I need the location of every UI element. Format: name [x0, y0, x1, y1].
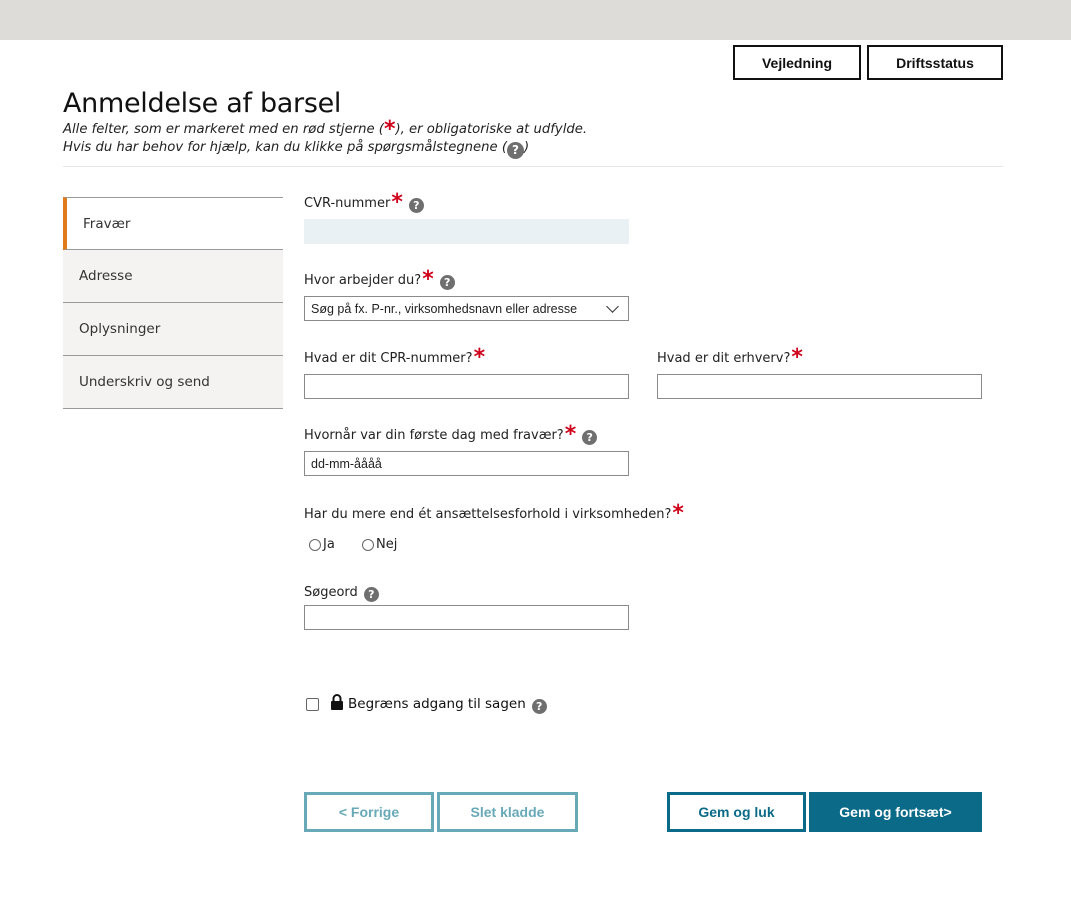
multiple-employment-label-text: Har du mere end ét ansættelsesforhold i … [304, 507, 672, 522]
intro-line-help: Hvis du har behov for hjælp, kan du klik… [63, 139, 587, 159]
help-icon: ? [506, 141, 524, 159]
top-bar [0, 0, 1071, 40]
radio-circle[interactable] [362, 538, 374, 551]
radio-ja-label: Ja [323, 537, 335, 552]
radio-circle[interactable] [309, 538, 321, 551]
intro-text-part: Hvis du har behov for hjælp, kan du klik… [63, 140, 507, 155]
occupation-input[interactable] [657, 374, 982, 399]
lock-icon [331, 694, 343, 710]
cpr-label: Hvad er dit CPR-nummer?* [304, 347, 485, 369]
sidebar-item-label: Oplysninger [79, 321, 161, 337]
radio-nej[interactable]: Nej [362, 537, 397, 552]
header-divider [63, 166, 1003, 167]
delete-draft-button[interactable]: Slet kladde [437, 792, 578, 832]
intro-text-part: Alle felter, som er markeret med en rød … [63, 122, 384, 137]
required-star-icon: * [383, 117, 396, 142]
keyword-label-text: Søgeord [304, 585, 358, 600]
sidebar-item-label: Adresse [79, 268, 133, 284]
operations-status-button[interactable]: Driftsstatus [867, 45, 1003, 80]
save-continue-button[interactable]: Gem og fortsæt> [809, 792, 982, 832]
occupation-label: Hvad er dit erhverv?* [657, 347, 803, 369]
help-icon[interactable]: ? [439, 275, 455, 290]
restrict-access-checkbox[interactable] [306, 698, 319, 711]
cvr-field [304, 219, 629, 244]
help-icon[interactable]: ? [363, 587, 379, 602]
required-star-icon: * [672, 501, 684, 526]
required-star-icon: * [391, 190, 403, 215]
first-day-input[interactable]: dd-mm-åååå [304, 451, 629, 476]
keyword-input[interactable] [304, 605, 629, 630]
sidebar-item-label: Underskriv og send [79, 374, 210, 390]
sidebar-item-fravaer[interactable]: Fravær [63, 197, 283, 250]
required-star-icon: * [791, 345, 803, 370]
workplace-select[interactable]: Søg på fx. P-nr., virksomhedsnavn eller … [304, 296, 629, 321]
cvr-label: CVR-nummer*? [304, 192, 424, 214]
required-star-icon: * [564, 422, 577, 447]
previous-button[interactable]: < Forrige [304, 792, 434, 832]
first-day-label: Hvornår var din første dag med fravær?*? [304, 424, 598, 446]
required-star-icon: * [473, 345, 486, 370]
save-close-button[interactable]: Gem og luk [667, 792, 806, 832]
restrict-access-label: Begræns adgang til sagen? [348, 696, 547, 714]
cpr-input[interactable] [304, 374, 629, 399]
occupation-label-text: Hvad er dit erhverv? [657, 351, 791, 366]
cpr-label-text: Hvad er dit CPR-nummer? [304, 351, 473, 366]
chevron-down-icon [606, 299, 619, 313]
page-title: Anmeldelse af barsel [63, 88, 342, 119]
sidebar-item-label: Fravær [83, 215, 131, 232]
workplace-label-text: Hvor arbejder du? [304, 273, 422, 288]
required-star-icon: * [422, 267, 434, 292]
help-icon[interactable]: ? [582, 430, 598, 445]
cvr-label-text: CVR-nummer [304, 196, 391, 211]
intro-text-part: ), er obligatoriske at udfylde. [395, 122, 588, 137]
intro-text-part: ) [523, 140, 530, 155]
help-icon[interactable]: ? [408, 198, 424, 213]
intro-text: Alle felter, som er markeret med en rød … [63, 119, 588, 159]
restrict-access-label-text: Begræns adgang til sagen [348, 696, 526, 712]
workplace-label: Hvor arbejder du?*? [304, 269, 455, 291]
step-sidebar: Fravær Adresse Oplysninger Underskriv og… [63, 197, 283, 409]
intro-line-required: Alle felter, som er markeret med en rød … [63, 119, 588, 141]
first-day-label-text: Hvornår var din første dag med fravær? [304, 428, 564, 443]
guide-button[interactable]: Vejledning [733, 45, 861, 80]
help-icon[interactable]: ? [531, 699, 547, 714]
radio-nej-label: Nej [376, 537, 398, 552]
workplace-select-value: Søg på fx. P-nr., virksomhedsnavn eller … [311, 301, 578, 316]
multiple-employment-label: Har du mere end ét ansættelsesforhold i … [304, 503, 684, 525]
sidebar-item-oplysninger[interactable]: Oplysninger [63, 303, 283, 356]
sidebar-item-adresse[interactable]: Adresse [63, 250, 283, 303]
radio-ja[interactable]: Ja [309, 537, 335, 552]
sidebar-item-underskriv[interactable]: Underskriv og send [63, 356, 283, 409]
keyword-label: Søgeord? [304, 585, 379, 602]
